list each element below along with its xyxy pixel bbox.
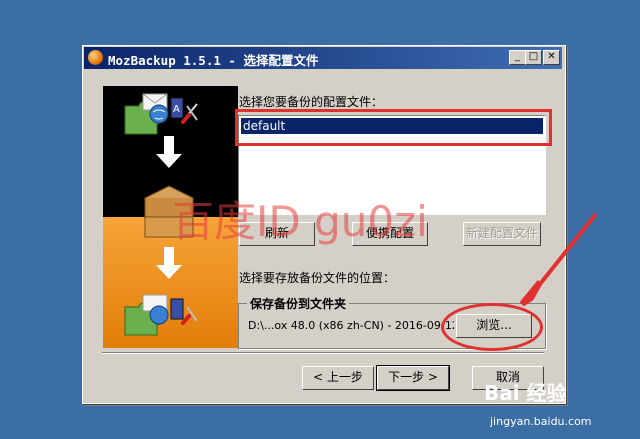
next-button[interactable]: 下一步 > <box>376 365 450 391</box>
backup-path-text: D:\...ox 48.0 (x86 zh-CN) - 2016-09-12.p… <box>248 319 454 332</box>
save-folder-group-title: 保存备份到文件夹 <box>247 295 350 312</box>
globe-icon <box>149 104 169 124</box>
close-button[interactable]: ✕ <box>543 50 560 65</box>
minimize-button[interactable]: _ <box>509 50 526 65</box>
back-button[interactable]: < 上一步 <box>302 366 374 390</box>
maximize-button[interactable]: □ <box>525 50 542 65</box>
new-profile-button[interactable]: 新建配置文件 <box>463 222 541 246</box>
site-watermark: Bai 经验 <box>484 381 567 405</box>
down-arrow-icon <box>156 247 182 279</box>
site-url: jingyan.baidu.com <box>490 415 592 428</box>
title-bar[interactable]: MozBackup 1.5.1 - 选择配置文件 _ □ ✕ <box>84 47 562 69</box>
book-icon <box>170 298 184 320</box>
window-title: MozBackup 1.5.1 - 选择配置文件 <box>108 53 319 68</box>
location-label: 选择要存放备份文件的位置： <box>239 271 396 285</box>
tools-icon <box>181 314 191 325</box>
footer-separator <box>102 352 544 354</box>
svg-text:A: A <box>173 104 180 115</box>
watermark-overlay: 百度ID gu0zi <box>172 197 428 246</box>
globe-icon <box>149 305 169 325</box>
down-arrow-icon <box>156 136 182 168</box>
mozbackup-app-icon <box>88 50 103 65</box>
profile-highlight-box <box>235 109 552 146</box>
profile-select-label: 选择您要备份的配置文件： <box>239 95 384 109</box>
browse-highlight-ellipse <box>441 303 543 351</box>
